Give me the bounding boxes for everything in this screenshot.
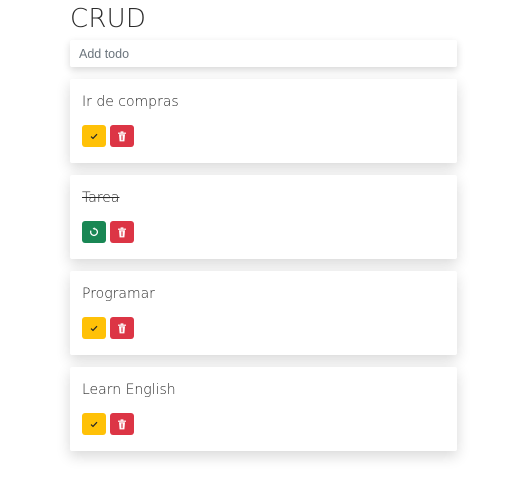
page-title: CRUD — [70, 4, 147, 34]
todo-actions — [82, 125, 134, 147]
todo-item: Learn English — [70, 367, 457, 451]
trash-icon — [118, 418, 126, 429]
delete-button[interactable] — [110, 413, 134, 435]
todo-actions — [82, 221, 134, 243]
trash-icon — [118, 226, 126, 237]
complete-button[interactable] — [82, 413, 106, 435]
todo-text: Tarea — [82, 190, 120, 206]
todo-item: Ir de compras — [70, 79, 457, 163]
todo-text: Ir de compras — [82, 94, 179, 110]
todo-item: Programar — [70, 271, 457, 355]
complete-button[interactable] — [82, 125, 106, 147]
delete-button[interactable] — [110, 317, 134, 339]
delete-button[interactable] — [110, 125, 134, 147]
trash-icon — [118, 322, 126, 333]
check-icon — [90, 325, 98, 331]
todo-item: Tarea — [70, 175, 457, 259]
todo-actions — [82, 317, 134, 339]
delete-button[interactable] — [110, 221, 134, 243]
complete-button[interactable] — [82, 317, 106, 339]
undo-icon — [89, 227, 99, 237]
add-todo-input[interactable] — [70, 40, 457, 67]
undo-button[interactable] — [82, 221, 106, 243]
todo-actions — [82, 413, 134, 435]
check-icon — [90, 133, 98, 139]
todo-list: Ir de compras Tarea Programar Learn Engl… — [70, 79, 457, 451]
todo-text: Learn English — [82, 382, 176, 398]
todo-text: Programar — [82, 286, 155, 302]
check-icon — [90, 421, 98, 427]
trash-icon — [118, 130, 126, 141]
app-container: CRUD Ir de compras Tarea — [70, 0, 457, 463]
